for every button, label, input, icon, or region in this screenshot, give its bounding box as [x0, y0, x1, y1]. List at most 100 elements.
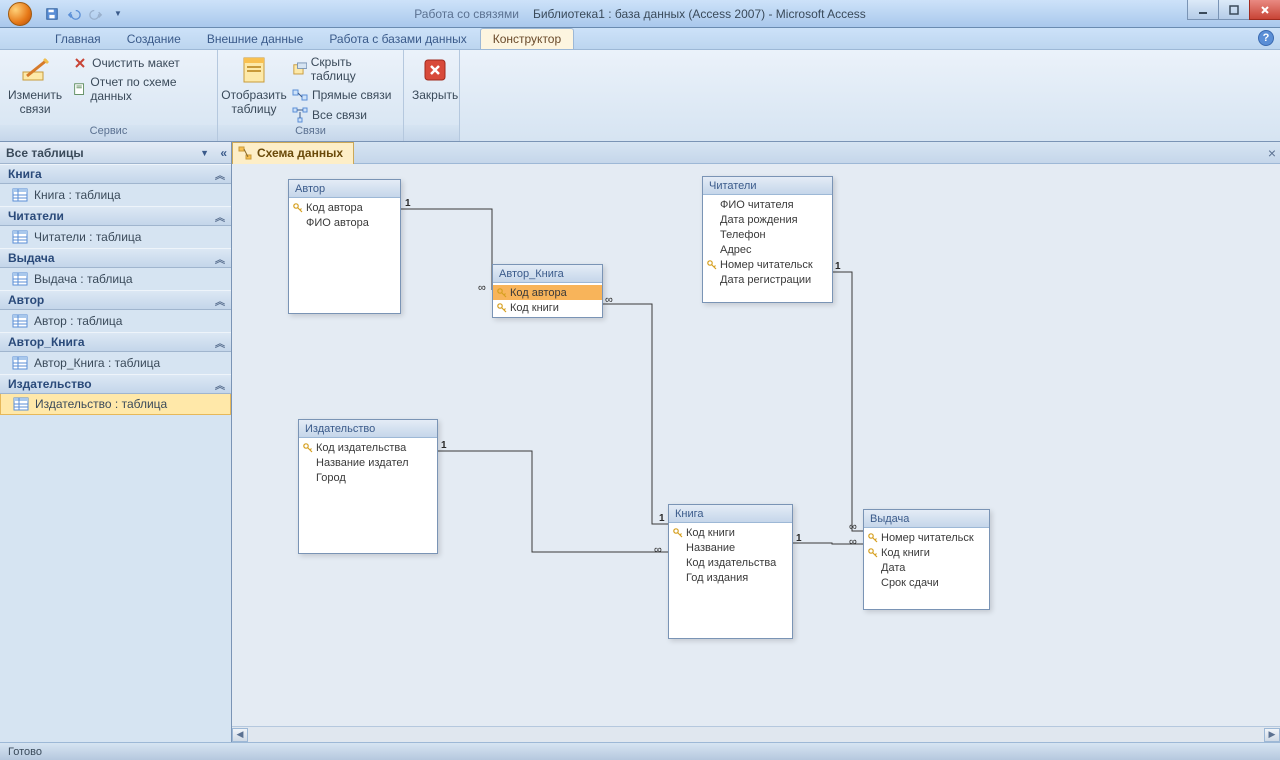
key-icon — [293, 203, 303, 213]
title-text: Работа со связями Библиотека1 : база дан… — [414, 7, 866, 21]
table-field[interactable]: Код автора — [289, 200, 400, 215]
nav-group-Читатели[interactable]: Читатели︽ — [0, 206, 231, 226]
chevron-up-icon: ︽ — [215, 167, 225, 182]
nav-item[interactable]: Издательство : таблица — [0, 393, 231, 415]
table-icon — [12, 230, 28, 244]
table-field[interactable]: Название издател — [299, 455, 437, 470]
tab-dbtools[interactable]: Работа с базами данных — [316, 28, 479, 49]
undo-icon[interactable] — [65, 5, 83, 23]
table-field[interactable]: Название — [669, 540, 792, 555]
nav-group-Выдача[interactable]: Выдача︽ — [0, 248, 231, 268]
hide-table-icon — [292, 61, 307, 77]
office-button[interactable] — [3, 0, 37, 28]
tab-home[interactable]: Главная — [42, 28, 114, 49]
direct-relationships-button[interactable]: Прямые связи — [288, 86, 397, 104]
table-header[interactable]: Читатели — [703, 177, 832, 195]
quick-access-toolbar: ▼ — [43, 5, 127, 23]
svg-text:1: 1 — [659, 513, 665, 524]
table-field[interactable]: ФИО читателя — [703, 197, 832, 212]
nav-group-Книга[interactable]: Книга︽ — [0, 164, 231, 184]
nav-item[interactable]: Выдача : таблица — [0, 268, 231, 290]
key-icon — [868, 533, 878, 543]
chevron-up-icon: ︽ — [215, 293, 225, 308]
nav-item[interactable]: Автор : таблица — [0, 310, 231, 332]
table-field[interactable]: Код книги — [493, 300, 602, 315]
table-field[interactable]: Код издательства — [299, 440, 437, 455]
table-field[interactable]: Номер читательск — [864, 530, 989, 545]
relationship-report-button[interactable]: Отчет по схеме данных — [68, 74, 211, 104]
report-icon — [72, 81, 86, 97]
table-field[interactable]: Код издательства — [669, 555, 792, 570]
status-text: Готово — [8, 746, 42, 758]
minimize-button[interactable] — [1187, 0, 1219, 20]
close-designer-button[interactable]: Закрыть — [410, 52, 460, 104]
table-field[interactable]: Дата рождения — [703, 212, 832, 227]
table-header[interactable]: Автор — [289, 180, 400, 198]
chevron-up-icon: ︽ — [215, 251, 225, 266]
nav-collapse-icon[interactable]: « — [220, 146, 227, 160]
tab-external[interactable]: Внешние данные — [194, 28, 317, 49]
nav-group-Автор[interactable]: Автор︽ — [0, 290, 231, 310]
relationships-icon — [238, 146, 252, 160]
table-field[interactable]: Код книги — [864, 545, 989, 560]
table-icon — [12, 272, 28, 286]
tab-design[interactable]: Конструктор — [480, 28, 574, 49]
table-icon — [13, 397, 29, 411]
table-field[interactable]: Город — [299, 470, 437, 485]
table-field[interactable]: Срок сдачи — [864, 575, 989, 590]
scroll-left-icon[interactable]: ◀ — [232, 728, 248, 742]
nav-group-Автор_Книга[interactable]: Автор_Книга︽ — [0, 332, 231, 352]
table-vydacha[interactable]: Выдача Номер читательскКод книгиДатаСрок … — [863, 509, 990, 610]
table-kniga[interactable]: Книга Код книгиНазваниеКод издательстваГо… — [668, 504, 793, 639]
table-field[interactable]: Дата — [864, 560, 989, 575]
table-chitateli[interactable]: Читатели ФИО читателяДата рожденияТелефон… — [702, 176, 833, 303]
table-field[interactable]: Адрес — [703, 242, 832, 257]
table-icon — [12, 188, 28, 202]
help-icon[interactable]: ? — [1258, 30, 1274, 46]
show-table-button[interactable]: Отобразить таблицу — [224, 52, 284, 118]
nav-group-Издательство[interactable]: Издательство︽ — [0, 374, 231, 394]
edit-relationships-button[interactable]: Изменить связи — [6, 52, 64, 118]
table-field[interactable]: Дата регистрации — [703, 272, 832, 287]
svg-text:∞: ∞ — [849, 521, 857, 533]
table-header[interactable]: Выдача — [864, 510, 989, 528]
ribbon: Изменить связи Очистить макет Отчет по с… — [0, 50, 1280, 142]
scroll-right-icon[interactable]: ▶ — [1264, 728, 1280, 742]
document-tab-strip: Схема данных × — [232, 142, 1280, 164]
svg-text:∞: ∞ — [849, 536, 857, 548]
nav-item[interactable]: Автор_Книга : таблица — [0, 352, 231, 374]
tab-close-icon[interactable]: × — [1268, 145, 1276, 161]
nav-item[interactable]: Читатели : таблица — [0, 226, 231, 248]
close-button[interactable] — [1249, 0, 1280, 20]
clear-layout-button[interactable]: Очистить макет — [68, 54, 211, 72]
table-field[interactable]: Код книги — [669, 525, 792, 540]
svg-text:1: 1 — [441, 440, 447, 451]
relationships-canvas[interactable]: 1 ∞ ∞ 1 1 ∞ 1 ∞ 1 ∞ АвторКод автораФИО а… — [232, 164, 1280, 742]
all-relationships-button[interactable]: Все связи — [288, 106, 397, 124]
save-icon[interactable] — [43, 5, 61, 23]
nav-header[interactable]: Все таблицы ▼ « — [0, 142, 231, 164]
table-icon — [12, 314, 28, 328]
table-field[interactable]: Телефон — [703, 227, 832, 242]
qat-dropdown-icon[interactable]: ▼ — [109, 5, 127, 23]
nav-dropdown-icon[interactable]: ▼ — [200, 148, 209, 158]
table-avtor[interactable]: Автор Код автораФИО автора — [288, 179, 401, 314]
nav-item[interactable]: Книга : таблица — [0, 184, 231, 206]
table-header[interactable]: Книга — [669, 505, 792, 523]
table-field[interactable]: Номер читательск — [703, 257, 832, 272]
hide-table-button[interactable]: Скрыть таблицу — [288, 54, 397, 84]
key-icon — [868, 548, 878, 558]
close-icon — [419, 54, 451, 86]
table-header[interactable]: Издательство — [299, 420, 437, 438]
tab-create[interactable]: Создание — [114, 28, 194, 49]
table-field[interactable]: Код автора — [493, 285, 602, 300]
horizontal-scrollbar[interactable]: ◀ ▶ — [232, 726, 1280, 742]
table-field[interactable]: Год издания — [669, 570, 792, 585]
table-field[interactable]: ФИО автора — [289, 215, 400, 230]
tab-schema[interactable]: Схема данных — [232, 142, 354, 164]
table-header[interactable]: Автор_Книга — [493, 265, 602, 283]
table-izdatelstvo[interactable]: Издательство Код издательстваНазвание изд… — [298, 419, 438, 554]
table-avtor-kniga[interactable]: Автор_Книга Код автораКод книги — [492, 264, 603, 318]
maximize-button[interactable] — [1218, 0, 1250, 20]
redo-icon[interactable] — [87, 5, 105, 23]
